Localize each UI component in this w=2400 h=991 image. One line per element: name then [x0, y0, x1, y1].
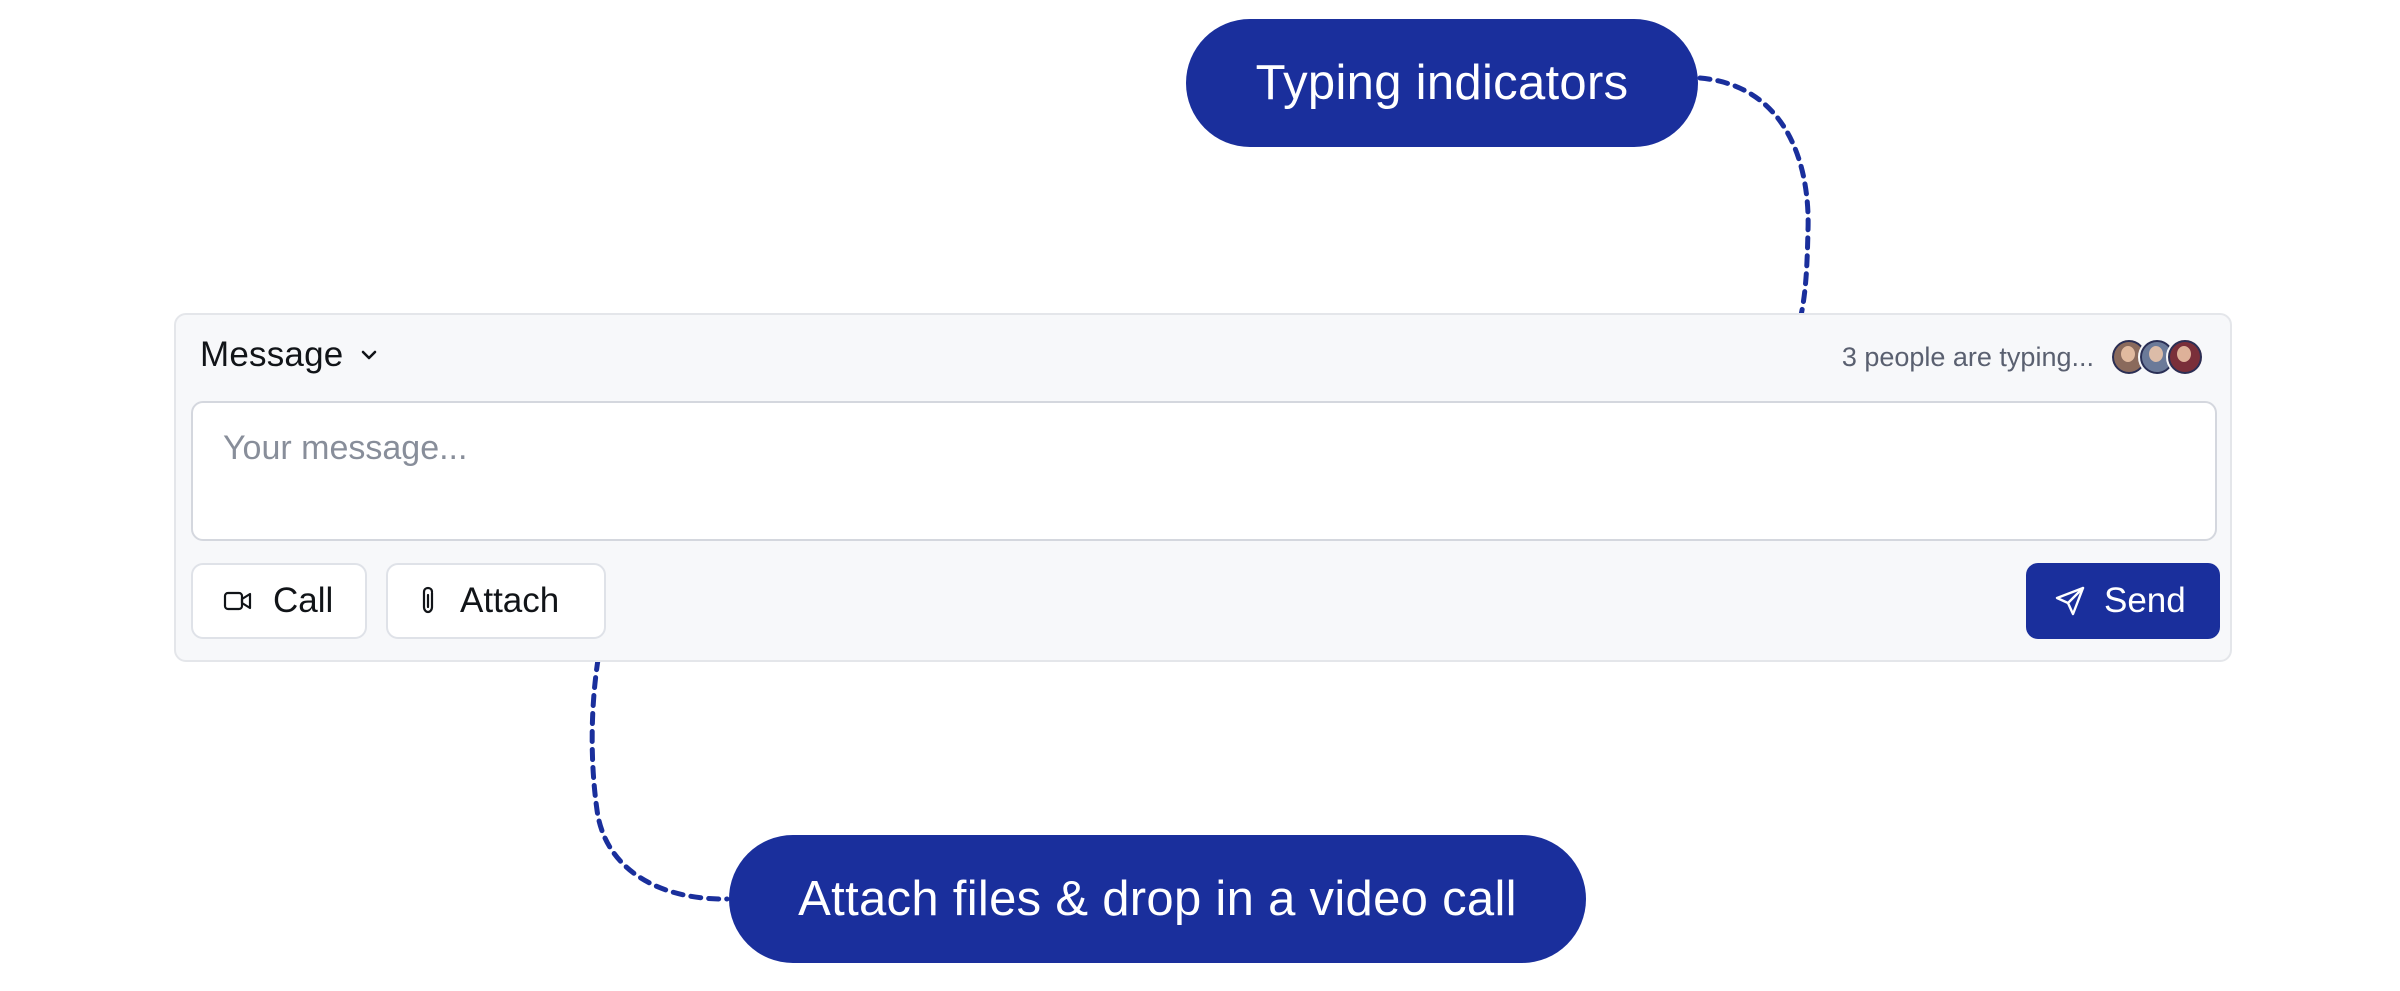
message-mode-dropdown[interactable]: Message [200, 333, 381, 377]
video-camera-icon [223, 591, 252, 611]
send-button-label: Send [2104, 581, 2186, 620]
chevron-down-icon [362, 350, 377, 360]
typing-status-text: 3 people are typing... [1841, 341, 2094, 372]
message-mode-label: Message [200, 335, 344, 374]
typing-avatars [2110, 338, 2204, 376]
call-button[interactable]: Call [191, 563, 367, 639]
message-composer: Message 3 people are typing... Call [174, 313, 2232, 662]
attach-button-label: Attach [460, 581, 560, 620]
message-input[interactable] [191, 401, 2217, 541]
attach-callout-connector [589, 639, 730, 902]
paper-plane-icon [2055, 586, 2085, 616]
paperclip-icon [422, 586, 434, 614]
stage: Typing indicators Message 3 people are t… [0, 0, 2400, 991]
avatar [2166, 338, 2204, 376]
typing-callout-connector [1697, 75, 1811, 335]
attach-button[interactable]: Attach [386, 563, 606, 639]
attach-callout: Attach files & drop in a video call [729, 835, 1586, 963]
typing-indicators-callout: Typing indicators [1186, 19, 1698, 147]
send-button[interactable]: Send [2026, 563, 2220, 639]
call-button-label: Call [273, 581, 334, 620]
attach-callout-label: Attach files & drop in a video call [798, 872, 1517, 926]
typing-indicators-callout-label: Typing indicators [1255, 56, 1629, 110]
typing-indicator: 3 people are typing... [1842, 335, 2204, 379]
